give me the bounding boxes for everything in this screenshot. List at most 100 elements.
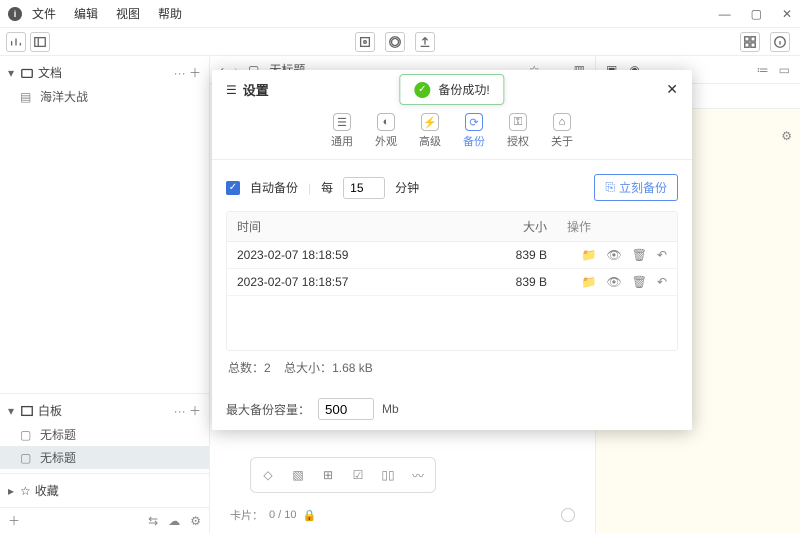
view-icon[interactable]: 👁	[606, 275, 621, 289]
minutes-label: 分钟	[395, 179, 419, 196]
note-tool-icon[interactable]: ◇	[257, 464, 279, 486]
tab-about[interactable]: ⌂关于	[551, 113, 573, 149]
auto-backup-label: 自动备份	[250, 179, 298, 196]
sidebar-favorites-label: 收藏	[35, 482, 201, 499]
document-icon: ▤	[20, 90, 36, 104]
menu-help[interactable]: 帮助	[158, 5, 182, 22]
settings-tabs: ☰通用 ◐外观 ⚡高级 ⟳备份 ⚿授权 ⌂关于	[212, 109, 692, 160]
col-ops: 操作	[547, 218, 667, 235]
window-minimize-icon[interactable]: —	[719, 7, 731, 21]
backup-size: 839 B	[487, 248, 547, 262]
export-icon[interactable]	[415, 32, 435, 52]
chart-tool-icon[interactable]: 〰	[407, 464, 429, 486]
table-row: 2023-02-07 18:18:57 839 B 📁 👁 🗑 ↶	[227, 269, 677, 296]
settings-menu-icon: ☰	[226, 83, 237, 97]
cards-label: 卡片：	[230, 507, 263, 523]
sidebar-doc-title: 海洋大战	[40, 88, 88, 105]
sidebar-boards-label: 白板	[38, 402, 174, 419]
menu-file[interactable]: 文件	[32, 5, 56, 22]
image-tool-icon[interactable]: ▧	[287, 464, 309, 486]
delete-icon[interactable]: 🗑	[632, 275, 647, 289]
toast-text: 备份成功!	[438, 81, 489, 98]
view-icon[interactable]: 👁	[606, 248, 621, 262]
auto-backup-checkbox[interactable]: ✓	[226, 181, 240, 195]
preview-icon[interactable]	[385, 32, 405, 52]
sidebar-bottom-bar: ＋ ⇆ ☁ ⚙	[0, 507, 209, 533]
lock-icon: 🔒	[303, 509, 317, 522]
folder-icon	[20, 66, 34, 80]
tab-general[interactable]: ☰通用	[331, 113, 353, 149]
sidebar-board-item[interactable]: ▢ 无标题	[0, 446, 209, 469]
settings-modal: ☰ 设置 ✕ ✓ 备份成功! ☰通用 ◐外观 ⚡高级 ⟳备份 ⚿授权 ⌂关于 ✓…	[212, 70, 692, 430]
menu-edit[interactable]: 编辑	[74, 5, 98, 22]
editor-toolbox: ◇ ▧ ⊞ ☑ ▯▯ 〰	[250, 457, 436, 493]
backup-success-toast: ✓ 备份成功!	[399, 74, 504, 105]
app-toolbar	[0, 28, 800, 56]
window-maximize-icon[interactable]: ▢	[751, 7, 762, 21]
save-icon: ⎘	[605, 180, 615, 195]
open-folder-icon[interactable]: 📁	[582, 275, 597, 289]
check-circle-icon: ✓	[414, 82, 430, 98]
sidebar-section-boards[interactable]: ▾ 白板 ··· ＋	[0, 398, 209, 423]
sync-icon[interactable]: ⇆	[148, 514, 158, 528]
grid-tool-icon[interactable]: ⊞	[317, 464, 339, 486]
backup-time: 2023-02-07 18:18:59	[237, 248, 487, 262]
stats-icon[interactable]	[6, 32, 26, 52]
sidebar-docs-label: 文档	[38, 64, 174, 81]
open-folder-icon[interactable]: 📁	[582, 248, 597, 262]
sidebar-docs-actions[interactable]: ··· ＋	[174, 64, 201, 81]
tab-appearance[interactable]: ◐外观	[375, 113, 397, 149]
backup-now-button[interactable]: ⎘ 立刻备份	[594, 174, 678, 201]
cards-count: 0 / 10	[269, 509, 297, 521]
gear-icon[interactable]: ⚙	[781, 129, 792, 143]
info-icon[interactable]	[770, 32, 790, 52]
delete-icon[interactable]: 🗑	[632, 248, 647, 262]
star-icon: ☆	[20, 484, 31, 498]
cloud-icon[interactable]: ☁	[168, 514, 180, 528]
chevron-right-icon: ▸	[8, 484, 18, 498]
col-time: 时间	[237, 218, 487, 235]
board-icon	[20, 404, 34, 418]
sidebar-doc-item[interactable]: ▤ 海洋大战	[0, 85, 209, 108]
chevron-down-icon: ▾	[8, 404, 18, 418]
menu-view[interactable]: 视图	[116, 5, 140, 22]
max-capacity-label: 最大备份容量：	[226, 401, 310, 418]
interval-input[interactable]	[343, 177, 385, 199]
max-capacity-unit: Mb	[382, 402, 399, 416]
table-row: 2023-02-07 18:18:59 839 B 📁 👁 🗑 ↶	[227, 242, 677, 269]
grid-icon[interactable]	[740, 32, 760, 52]
restore-icon[interactable]: ↶	[657, 275, 667, 289]
backup-stats: 总数：2 总大小：1.68 kB	[226, 351, 678, 384]
sidebar-toggle-icon[interactable]	[30, 32, 50, 52]
max-capacity-input[interactable]	[318, 398, 374, 420]
sidebar-section-docs[interactable]: ▾ 文档 ··· ＋	[0, 60, 209, 85]
sidebar-board-item[interactable]: ▢ 无标题	[0, 423, 209, 446]
chevron-down-icon: ▾	[8, 66, 18, 80]
window-close-icon[interactable]: ✕	[782, 7, 792, 21]
app-icon: i	[8, 7, 22, 21]
tab-advanced[interactable]: ⚡高级	[419, 113, 441, 149]
add-icon[interactable]: ＋	[8, 512, 20, 529]
every-label: 每	[321, 179, 333, 196]
book-icon[interactable]: ▭	[779, 63, 790, 77]
list-icon[interactable]: ≔	[757, 63, 769, 77]
settings-icon[interactable]: ⚙	[190, 514, 201, 528]
backup-table: 时间 大小 操作 2023-02-07 18:18:59 839 B 📁 👁 🗑…	[226, 211, 678, 351]
col-size: 大小	[487, 218, 547, 235]
check-tool-icon[interactable]: ☑	[347, 464, 369, 486]
close-icon[interactable]: ✕	[666, 81, 678, 98]
settings-title: 设置	[243, 80, 269, 99]
focus-icon[interactable]	[355, 32, 375, 52]
backup-time: 2023-02-07 18:18:57	[237, 275, 487, 289]
sidebar-boards-actions[interactable]: ··· ＋	[174, 402, 201, 419]
restore-icon[interactable]: ↶	[657, 248, 667, 262]
sidebar: ▾ 文档 ··· ＋ ▤ 海洋大战 ▾ 白板 ··· ＋ ▢ 无标题	[0, 56, 210, 533]
board-item-icon: ▢	[20, 451, 36, 465]
tab-backup[interactable]: ⟳备份	[463, 113, 485, 149]
sidebar-board-title: 无标题	[40, 449, 76, 466]
tab-license[interactable]: ⚿授权	[507, 113, 529, 149]
column-tool-icon[interactable]: ▯▯	[377, 464, 399, 486]
backup-size: 839 B	[487, 275, 547, 289]
sidebar-section-favorites[interactable]: ▸ ☆ 收藏	[0, 478, 209, 503]
status-right-icon[interactable]	[561, 508, 575, 522]
